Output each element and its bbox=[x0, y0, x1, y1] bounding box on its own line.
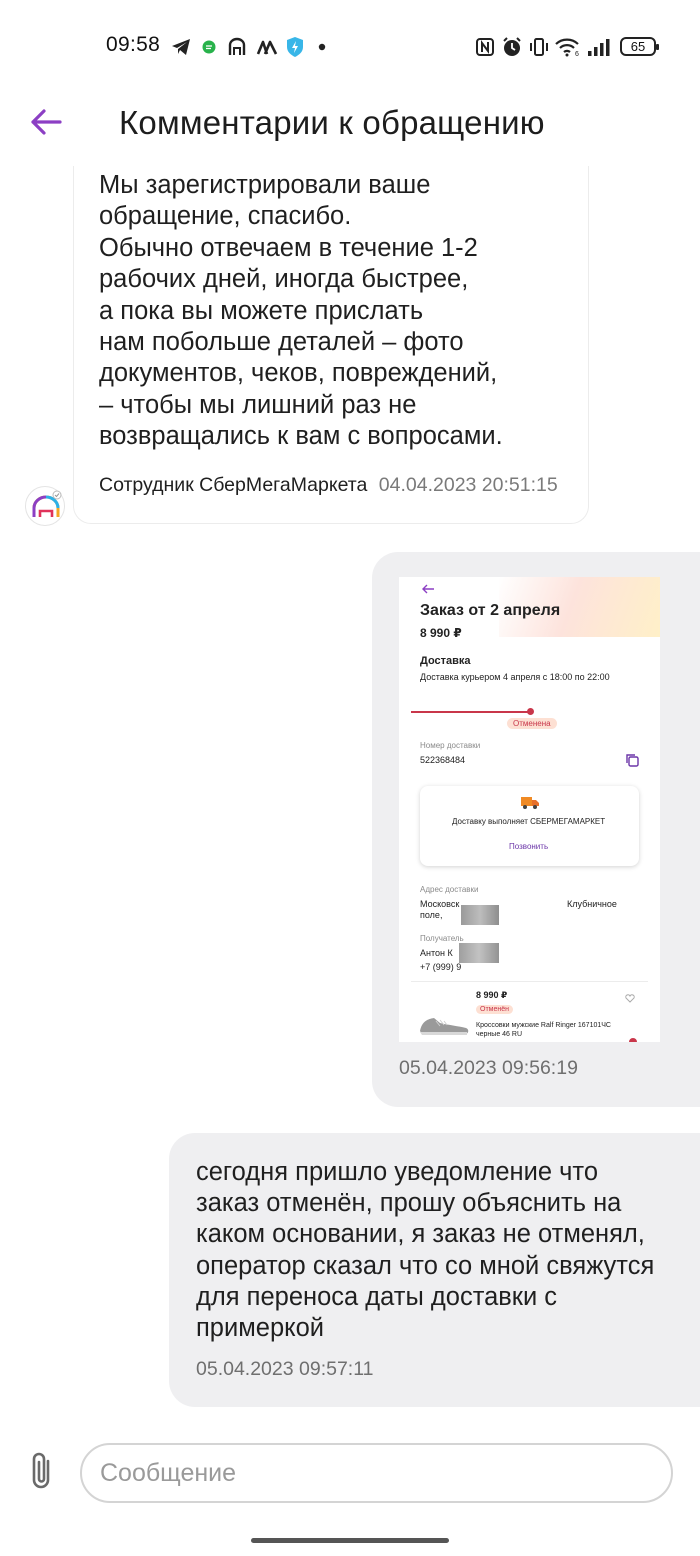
screenshot-back-icon bbox=[421, 582, 435, 600]
dot-icon bbox=[317, 36, 327, 58]
vibrate-icon bbox=[528, 36, 550, 58]
chat-feed[interactable]: Мы зарегистрировали ваше обращение, спас… bbox=[0, 166, 700, 1436]
page-title: Комментарии к обращению bbox=[119, 104, 545, 141]
agent-avatar bbox=[25, 486, 65, 526]
sender-name: Сотрудник СберМегаМаркета bbox=[99, 474, 368, 496]
address-line-end: Клубничное bbox=[567, 899, 617, 909]
copy-icon bbox=[625, 753, 639, 772]
message-timestamp: 05.04.2023 09:57:11 bbox=[196, 1358, 374, 1380]
carrier-text: Доставку выполняет СБЕРМЕГАМАРКЕТ bbox=[452, 817, 606, 826]
attach-button[interactable] bbox=[24, 1449, 58, 1493]
sneaker-image bbox=[418, 1013, 470, 1042]
battery-icon: 65 bbox=[620, 37, 659, 56]
delivery-text: Доставка курьером 4 апреля с 18:00 по 22… bbox=[420, 672, 610, 682]
app-header: Комментарии к обращению bbox=[0, 96, 700, 166]
heart-icon bbox=[625, 990, 635, 1008]
redaction-block bbox=[461, 905, 499, 925]
item-name: Кроссовки мужские Ralf Ringer 167101ЧС bbox=[476, 1022, 611, 1029]
svg-text:6: 6 bbox=[575, 51, 579, 57]
notes-icon bbox=[255, 36, 279, 58]
recipient-name: Антон К bbox=[420, 948, 453, 958]
back-button[interactable] bbox=[26, 102, 66, 142]
outgoing-message: сегодня пришло уведомление что заказ отм… bbox=[169, 1133, 700, 1407]
alarm-icon bbox=[501, 36, 523, 58]
order-price: 8 990 ₽ bbox=[420, 626, 462, 640]
delivery-progress-dot bbox=[527, 708, 534, 715]
truck-icon bbox=[520, 794, 540, 815]
address-line-2: поле, bbox=[420, 910, 443, 920]
item-status-badge: Отменён bbox=[476, 1005, 513, 1014]
megamarket-icon bbox=[226, 36, 248, 58]
message-text: сегодня пришло уведомление что заказ отм… bbox=[196, 1158, 655, 1343]
delivery-progress-line bbox=[411, 711, 531, 713]
attached-screenshot[interactable]: Заказ от 2 апреля 8 990 ₽ Доставка Доста… bbox=[399, 577, 660, 1042]
incoming-message: Мы зарегистрировали ваше обращение, спас… bbox=[73, 166, 589, 524]
message-timestamp: 05.04.2023 09:56:19 bbox=[399, 1057, 578, 1079]
home-indicator[interactable] bbox=[251, 1538, 449, 1543]
status-bar: 09:58 6 65 bbox=[0, 0, 700, 96]
vpn-shield-icon bbox=[284, 36, 306, 58]
nfc-icon bbox=[474, 36, 496, 58]
address-line-start: Московск bbox=[420, 899, 460, 909]
tracking-number: 522368484 bbox=[420, 755, 466, 765]
item-name-2: черные 46 RU bbox=[476, 1031, 523, 1038]
order-title: Заказ от 2 апреля bbox=[420, 602, 561, 619]
divider bbox=[411, 981, 648, 982]
address-label: Адрес доставки bbox=[420, 885, 479, 894]
item-price: 8 990 ₽ bbox=[476, 990, 508, 1000]
arrow-left-icon bbox=[31, 109, 62, 135]
wifi-icon: 6 bbox=[554, 36, 582, 58]
message-text: Мы зарегистрировали ваше обращение, спас… bbox=[99, 171, 503, 451]
delivery-heading: Доставка bbox=[420, 655, 471, 667]
paperclip-icon bbox=[32, 1452, 50, 1489]
recipient-label: Получатель bbox=[420, 934, 464, 943]
outgoing-image-message[interactable]: Заказ от 2 апреля 8 990 ₽ Доставка Доста… bbox=[372, 552, 700, 1107]
signal-icon bbox=[586, 36, 612, 58]
tracking-label: Номер доставки bbox=[420, 741, 481, 750]
message-footer: Сотрудник СберМегаМаркета 04.04.2023 20:… bbox=[99, 474, 565, 497]
recipient-phone: +7 (999) 9 bbox=[420, 962, 462, 972]
message-input[interactable] bbox=[80, 1443, 673, 1503]
redaction-block bbox=[459, 943, 499, 963]
messenger-icon bbox=[201, 36, 217, 58]
telegram-icon bbox=[170, 36, 192, 58]
status-time: 09:58 bbox=[106, 33, 161, 56]
call-link: Позвонить bbox=[509, 842, 549, 851]
message-timestamp: 04.04.2023 20:51:15 bbox=[378, 474, 558, 496]
notification-dot bbox=[629, 1038, 637, 1042]
status-badge: Отменена bbox=[507, 718, 557, 729]
carrier-card: Доставку выполняет СБЕРМЕГАМАРКЕТ Позвон… bbox=[420, 786, 639, 866]
